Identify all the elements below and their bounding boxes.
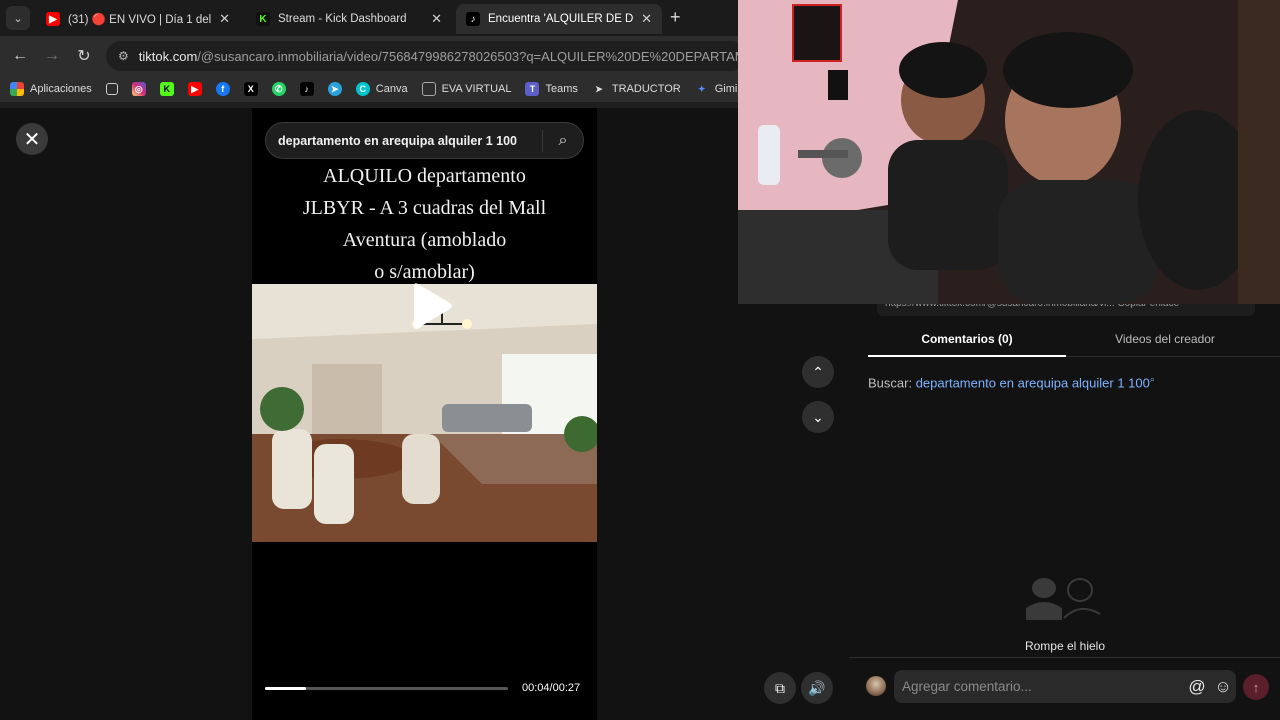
bookmark-tiktok[interactable]: ♪ [299, 82, 314, 96]
caption-line: ALQUILO departamento [323, 165, 526, 187]
bookmark-eva-virtual[interactable]: EVA VIRTUAL [421, 82, 512, 96]
video-progress-fill [265, 687, 307, 690]
address-url: tiktok.com/@susancaro.inmobiliaria/video… [139, 49, 746, 64]
bookmark-label: Aplicaciones [30, 83, 92, 95]
tiktok-icon: ♪ [466, 12, 480, 26]
comment-divider [849, 657, 1280, 658]
youtube-icon: ▶ [187, 82, 202, 96]
bookmark-label: Canva [375, 83, 408, 95]
back-arrow-icon[interactable]: ← [8, 44, 32, 68]
webcam-scene [738, 0, 1280, 304]
caption-line: JLBYR - A 3 cuadras del Mall [302, 197, 547, 219]
kick-icon: K [159, 82, 174, 96]
empty-comments-text: Rompe el hielo [1024, 639, 1106, 653]
browser-chrome: ⌄ ▶ (31) 🔴 EN VIVO | Día 1 del Del ✕ K S… [0, 0, 746, 108]
bookmark-facebook[interactable]: f [215, 82, 230, 96]
apps-launcher-icon [105, 83, 118, 95]
volume-icon[interactable]: 🔊 [801, 672, 833, 704]
bookmark-label: Teams [545, 83, 578, 95]
previous-video-chevron-up-icon[interactable]: ⌃ [802, 356, 834, 388]
tab-kick[interactable]: K Stream - Kick Dashboard ✕ [246, 4, 452, 34]
close-tab-icon[interactable]: ✕ [219, 11, 230, 27]
floating-player-icon[interactable]: ⧉ [764, 672, 796, 704]
active-tab-indicator [868, 355, 1066, 357]
instagram-icon: ◎ [131, 82, 146, 96]
play-icon[interactable] [406, 280, 456, 332]
related-search[interactable]: Buscar: departamento en arequipa alquile… [868, 374, 1155, 390]
bookmark-youtube[interactable]: ▶ [187, 82, 202, 96]
kick-icon: K [256, 12, 270, 26]
teams-icon: T [525, 82, 540, 96]
close-tab-icon[interactable]: ✕ [431, 11, 442, 27]
bookmark-label: TRADUCTOR [611, 83, 681, 95]
facebook-icon: f [215, 82, 230, 96]
bookmark-x[interactable]: X [243, 82, 258, 96]
search-input[interactable]: departamento en arequipa alquiler 1 100 [278, 134, 542, 148]
close-icon[interactable]: ✕ [16, 123, 48, 155]
apps-grid-icon [10, 82, 24, 96]
telegram-icon: ➤ [327, 82, 342, 96]
next-video-chevron-down-icon[interactable]: ⌄ [802, 401, 834, 433]
bookmark-traductor[interactable]: ➤ TRADUCTOR [592, 82, 681, 96]
youtube-icon: ▶ [46, 12, 60, 26]
webcam-overlay [738, 0, 1280, 304]
url-path: /@susancaro.inmobiliaria/video/756847998… [197, 48, 746, 64]
bookmark-label: Gimini [714, 83, 740, 95]
canva-icon: C [355, 82, 370, 96]
whatsapp-icon: ✆ [271, 82, 286, 96]
send-arrow-up-icon[interactable]: ↑ [1243, 674, 1269, 700]
new-tab-icon[interactable]: + [670, 7, 681, 28]
buscar-keyword[interactable]: departamento en arequipa alquiler 1 100 [916, 375, 1150, 390]
tab-tiktok[interactable]: ♪ Encuentra 'ALQUILER DE DEPAR ✕ [456, 4, 662, 34]
search-bar[interactable]: departamento en arequipa alquiler 1 100 … [265, 122, 584, 159]
bookmarks-bar: Aplicaciones ◎ K ▶ f X ✆ ♪ ➤ C Canva EVA… [0, 76, 740, 102]
chat-bubbles-illustration [1026, 578, 1101, 620]
tab-videos-del-creador[interactable]: Videos del creador [1066, 332, 1264, 358]
tab-label: (31) 🔴 EN VIVO | Día 1 del Del [68, 14, 212, 26]
page-icon [421, 82, 436, 96]
emoji-icon[interactable]: ☺ [1210, 677, 1236, 697]
x-icon: X [243, 82, 258, 96]
tab-strip: ⌄ ▶ (31) 🔴 EN VIVO | Día 1 del Del ✕ K S… [0, 0, 740, 36]
tab-label: Stream - Kick Dashboard [278, 13, 407, 25]
search-icon[interactable]: ⌕ [543, 132, 583, 150]
comment-input-box[interactable]: @ ☺ [894, 670, 1236, 703]
bookmark-label: EVA VIRTUAL [441, 83, 512, 95]
navigation-bar: ← → ↻ ⚙ tiktok.com/@susancaro.inmobiliar… [0, 36, 746, 76]
bookmark-canva[interactable]: C Canva [355, 82, 408, 96]
video-progress-bar[interactable] [265, 687, 508, 690]
bookmark-whatsapp[interactable]: ✆ [271, 82, 286, 96]
bookmark-aplicaciones[interactable]: Aplicaciones [10, 82, 92, 96]
bookmark-telegram[interactable]: ➤ [327, 82, 342, 96]
tab-search-chevron-icon[interactable]: ⌄ [6, 6, 30, 30]
bookmark-instagram[interactable]: ◎ [131, 82, 146, 96]
url-domain: tiktok.com [138, 48, 198, 64]
reload-icon[interactable]: ↻ [72, 44, 96, 68]
video-caption-overlay: ALQUILO departamento JLBYR - A 3 cuadras… [252, 160, 597, 288]
tiktok-icon: ♪ [299, 82, 314, 96]
translate-icon: ➤ [595, 83, 603, 94]
site-info-icon[interactable]: ⚙ [118, 49, 129, 63]
forward-arrow-icon[interactable]: → [40, 44, 64, 68]
address-bar[interactable]: ⚙ tiktok.com/@susancaro.inmobiliaria/vid… [106, 41, 746, 71]
mention-at-icon[interactable]: @ [1184, 677, 1210, 697]
search-icon: ⌕ [1149, 374, 1155, 384]
caption-line: Aventura (amoblado [342, 229, 507, 251]
bookmark-teams[interactable]: T Teams [525, 82, 578, 96]
close-tab-icon[interactable]: ✕ [641, 11, 652, 27]
comment-input[interactable] [902, 679, 1184, 694]
tab-youtube[interactable]: ▶ (31) 🔴 EN VIVO | Día 1 del Del ✕ [36, 4, 240, 34]
bookmark-apps-launcher[interactable] [105, 83, 118, 95]
video-time: 00:04/00:27 [522, 682, 581, 694]
tab-label: Encuentra 'ALQUILER DE DEPAR [488, 13, 634, 25]
gemini-icon: ✦ [697, 83, 706, 94]
avatar [866, 676, 886, 696]
bookmark-kick[interactable]: K [159, 82, 174, 96]
buscar-label: Buscar: [868, 375, 913, 391]
bookmark-gimini[interactable]: ✦ Gimini [695, 82, 740, 96]
